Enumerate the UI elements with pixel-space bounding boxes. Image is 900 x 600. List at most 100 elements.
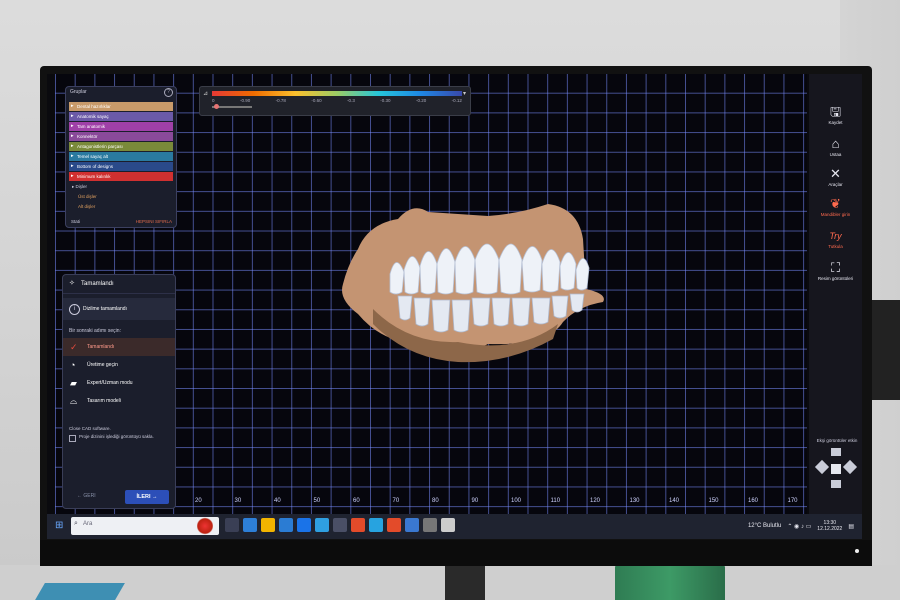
tooth [511, 297, 531, 327]
search-highlight-icon [197, 517, 213, 535]
scale-tick: -0.12 [451, 98, 462, 103]
tools-icon: ✕ [830, 166, 841, 181]
tooth-icon: ⌓ [70, 396, 78, 406]
save-icon: 🖫 [829, 104, 842, 119]
taskbar-app-icon[interactable] [387, 518, 401, 532]
taskbar-app-icon[interactable] [351, 518, 365, 532]
tooth [451, 299, 471, 333]
taskbar-app-icon[interactable] [405, 518, 419, 532]
teeth-group-label: Dişler [75, 184, 88, 189]
slider-knob[interactable] [214, 104, 219, 109]
ruler-tick: 140 [669, 498, 680, 504]
next-step-heading: Bir sonraki adımı seçin: [69, 328, 121, 334]
save-button[interactable]: 🖫 Kaydet [809, 104, 862, 125]
tooth [531, 297, 551, 325]
group-row[interactable]: Konnektör [69, 132, 173, 141]
view-cube-label: Ekşi görüntüler etkin [816, 438, 858, 443]
taskbar-app-icon[interactable] [315, 518, 329, 532]
option-design-model[interactable]: ⌓ Tasarım modeli [63, 392, 175, 410]
clock[interactable]: 13:30 12.12.2022 [817, 520, 842, 532]
taskbar-app-icon[interactable] [333, 518, 347, 532]
chevron-down-icon[interactable]: ▾ [463, 90, 466, 97]
toolbar-label: Ustaa [829, 152, 842, 157]
next-button[interactable]: İLERI → [125, 490, 169, 504]
notification-icon[interactable]: ▤ [848, 523, 854, 530]
taskbar-apps [225, 518, 455, 534]
scale-tick: -0.60 [311, 98, 322, 103]
lower-teeth-item[interactable]: Alt dişler [66, 202, 176, 212]
taskbar-search[interactable]: ⌕ Ara [71, 517, 219, 535]
ruler-tick: 30 [234, 498, 242, 504]
tooth [419, 251, 438, 295]
groups-header[interactable]: Gruplar ? [66, 87, 176, 101]
checkbox-box[interactable] [69, 435, 76, 442]
power-led [855, 549, 859, 553]
teeth-group[interactable]: ▸ Dişler [66, 182, 176, 192]
upper-teeth-item[interactable]: Üst dişler [66, 192, 176, 202]
deviation-scale-bar[interactable]: ⊿ 0 -0.90 -0.78 -0.60 -0.3 -0.30 -0.20 -0.12 ▾ [199, 86, 471, 116]
reset-all-button[interactable]: HEPSINI SIFIRLA [136, 219, 172, 224]
ruler-tick: 70 [392, 498, 400, 504]
color-gradient [212, 91, 462, 96]
ruler-tick: 100 [511, 498, 522, 504]
option-expert-mode[interactable]: ▰ Expert/Uzman modu [63, 374, 175, 392]
image-view-button[interactable]: ⛶ Resim görüntüleri [809, 260, 862, 281]
scale-tick: -0.78 [275, 98, 286, 103]
scale-ticks: 0 -0.90 -0.78 -0.60 -0.3 -0.30 -0.20 -0.12 [212, 98, 462, 103]
taskbar-app-icon[interactable] [279, 518, 293, 532]
tray-icons[interactable]: ⌃ ◉ ♪ ▭ [787, 523, 811, 530]
panel-title-text: Tamamlandı [81, 281, 114, 287]
ruler-tick: 170 [787, 498, 798, 504]
group-row[interactable]: Antagonistlerin parçası [69, 142, 173, 151]
group-row[interactable]: Anatomik sayaç [69, 112, 173, 121]
tooth [569, 293, 585, 313]
group-row[interactable]: Tam anatomik [69, 122, 173, 131]
right-toolbar: 🖫 Kaydet ⌂ Ustaa ✕ Araçlar ❦ Mandibler g… [809, 74, 862, 514]
groups-panel: Gruplar ? Dental hazırlıklarAnatomik say… [65, 86, 177, 228]
search-icon: ⌕ [74, 520, 78, 527]
panel-title: ✧ Tamamlandı [63, 275, 175, 294]
tools-button[interactable]: ✕ Araçlar [809, 166, 862, 187]
view-cube[interactable] [814, 448, 858, 492]
group-row[interactable]: Dental hazırlıklar [69, 102, 173, 111]
taskbar-app-icon[interactable] [441, 518, 455, 532]
tooth [431, 299, 451, 333]
tooth [474, 243, 500, 295]
option-completed[interactable]: ✓ Tamamlandı [63, 338, 175, 356]
option-label: Üretime geçin [87, 362, 118, 368]
status-text: Dizilme tamamlandı [83, 306, 127, 312]
weather-widget[interactable]: 12°C Bulutlu [748, 523, 781, 529]
taskbar-app-icon[interactable] [297, 518, 311, 532]
mandible-button[interactable]: ❦ Mandibler girin [809, 196, 862, 217]
taskbar-app-icon[interactable] [369, 518, 383, 532]
next-label: İLERI [136, 494, 151, 500]
expert-button[interactable]: ⌂ Ustaa [809, 136, 862, 157]
help-icon[interactable]: ? [164, 88, 173, 97]
dental-model[interactable] [338, 194, 638, 374]
ruler-tick: 160 [748, 498, 759, 504]
try-icon: Try [829, 231, 842, 241]
try-button[interactable]: Try Tutkula [809, 228, 862, 249]
option-production[interactable]: ◔ Üretime geçin [63, 356, 175, 374]
wand-icon: ✧ [69, 280, 75, 287]
option-label: Tasarım modeli [87, 398, 121, 404]
back-label: GERI [83, 493, 96, 499]
toolbar-label: Resim görüntüleri [817, 276, 854, 281]
scale-tick: -0.90 [239, 98, 251, 103]
scale-tick: -0.20 [415, 98, 427, 103]
group-row[interactable]: Temel sayaç alt [69, 152, 173, 161]
tooth [471, 297, 491, 327]
taskbar-app-icon[interactable] [423, 518, 437, 532]
taskbar-app-icon[interactable] [243, 518, 257, 532]
plant-pot [615, 562, 725, 600]
group-row[interactable]: Minimum kalınlık [69, 172, 173, 181]
taskbar-app-icon[interactable] [261, 518, 275, 532]
group-row[interactable]: Bottom of designs [69, 162, 173, 171]
back-button[interactable]: ← GERI [77, 493, 96, 499]
toolbar-label: Tutkula [828, 244, 843, 249]
system-tray: 12°C Bulutlu ⌃ ◉ ♪ ▭ 13:30 12.12.2022 ▤ [748, 518, 854, 534]
taskbar-app-icon[interactable] [225, 518, 239, 532]
windows-start-icon[interactable]: ⊞ [55, 520, 63, 531]
wizard-nav: ← GERI İLERI → [69, 490, 169, 504]
keep-image-checkbox[interactable]: Proje dizinini işlediği görüntüyü sakla. [63, 434, 175, 448]
